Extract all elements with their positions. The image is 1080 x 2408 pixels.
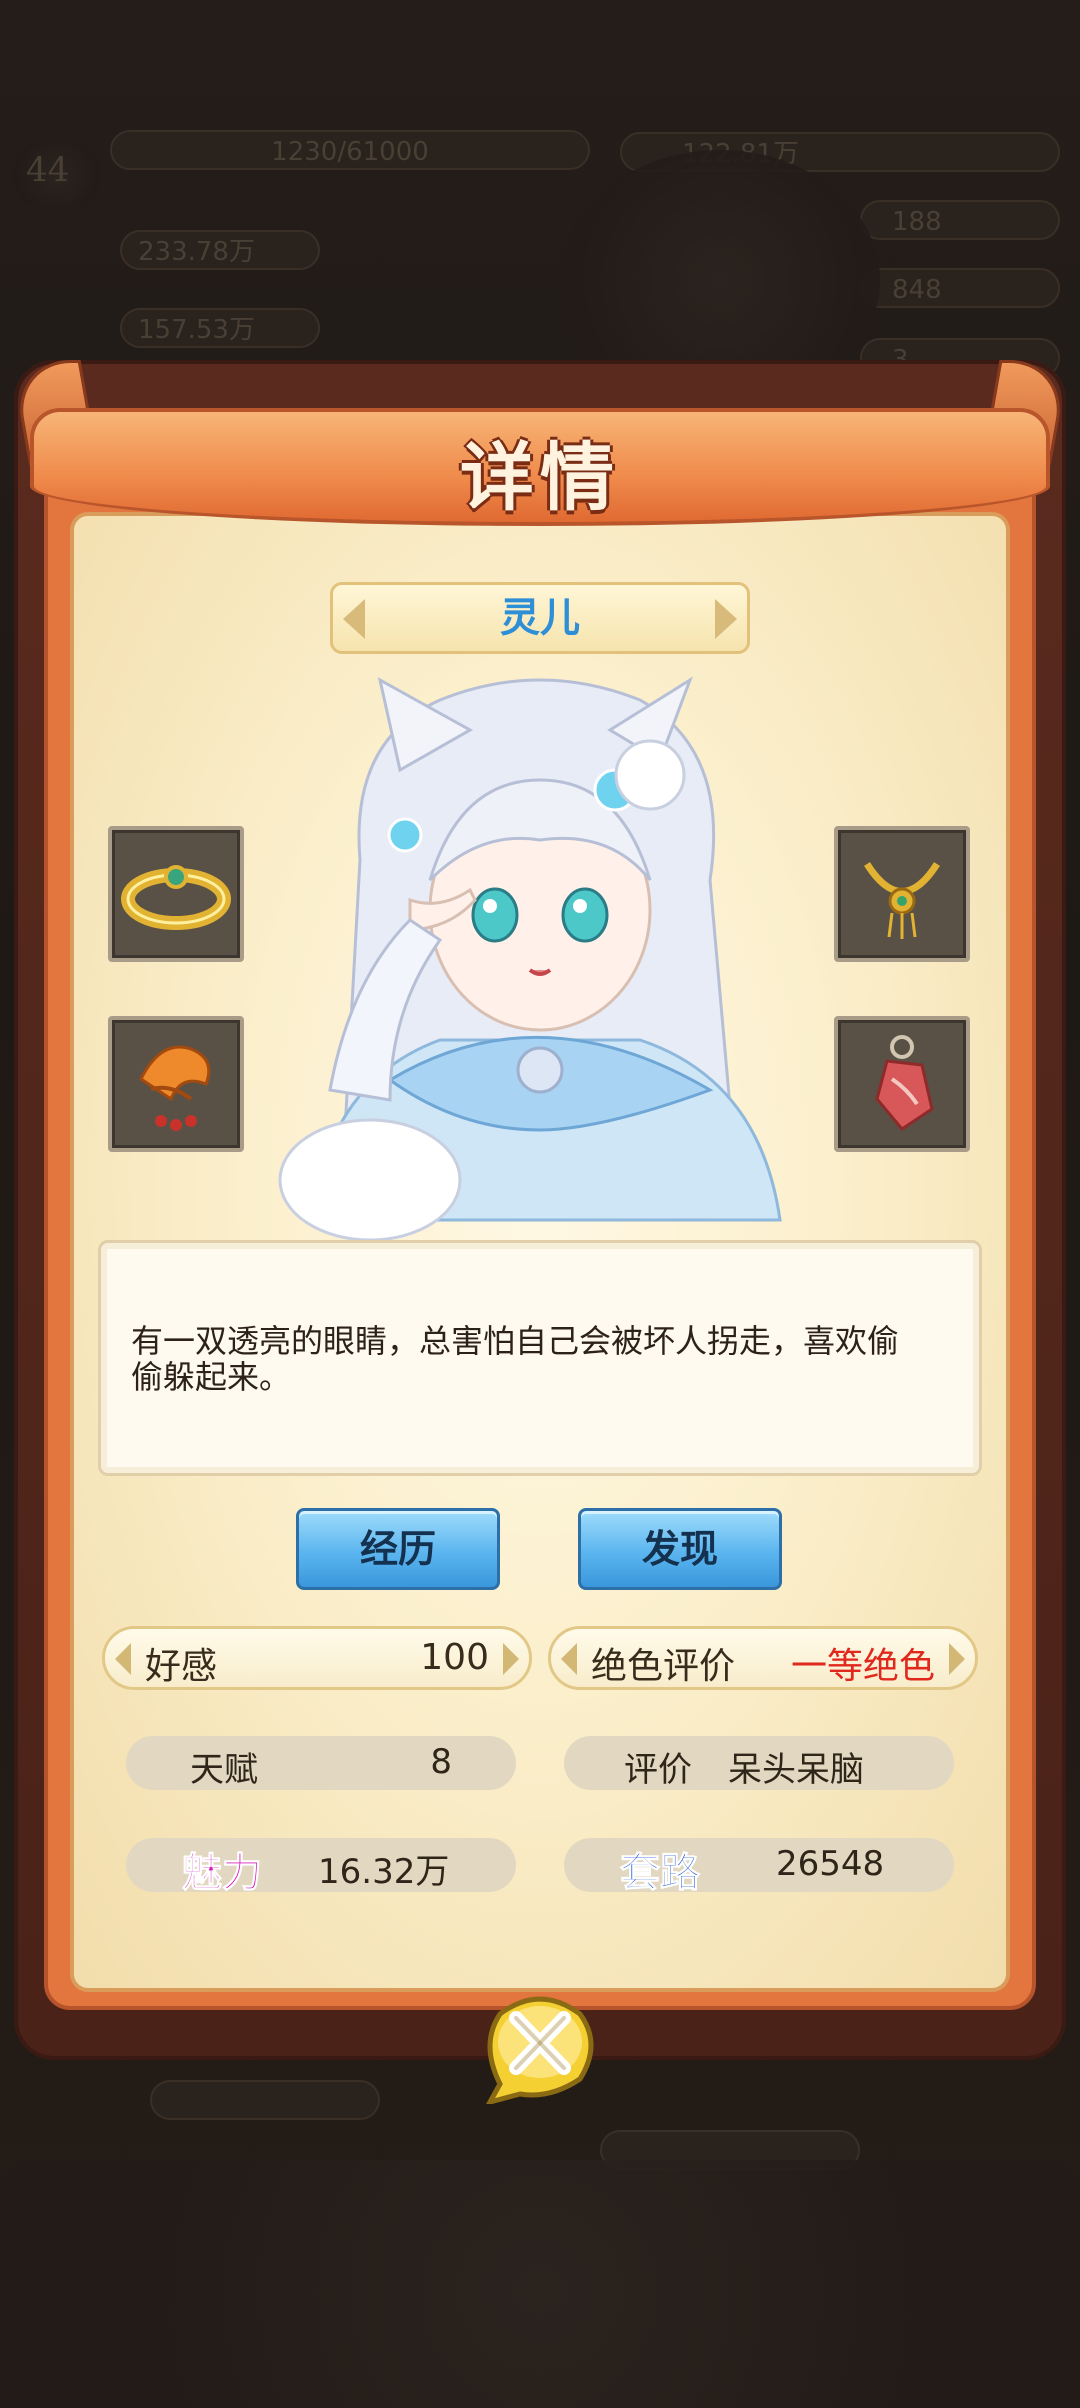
talent-pill: 天赋 8 <box>126 1736 516 1790</box>
background-value-1: 233.78万 <box>120 230 320 270</box>
rating-pill: 评价 呆头呆脑 <box>564 1736 954 1790</box>
close-button[interactable] <box>470 1984 610 2104</box>
favor-label: 好感 <box>145 1646 218 1687</box>
equipment-slot-bottom-right[interactable] <box>834 1016 970 1152</box>
chevron-right-icon <box>715 599 737 639</box>
beauty-rating-plate: 绝色评价 一等绝色 <box>548 1626 978 1690</box>
equipment-slot-top-right[interactable] <box>834 826 970 962</box>
trick-value: 26548 <box>776 1844 885 1884</box>
favor-value: 100 <box>420 1637 489 1678</box>
background-side-2: 848 <box>860 268 1060 308</box>
charm-label: 魅力 <box>182 1849 263 1897</box>
background-level: 44 <box>26 150 70 190</box>
character-portrait <box>278 676 782 1240</box>
rating-value: 呆头呆脑 <box>728 1750 864 1790</box>
modal-title: 详情 <box>460 435 620 521</box>
background-side-1: 188 <box>860 200 1060 240</box>
background-bottom-bar-1 <box>150 2080 380 2120</box>
favor-plate: 好感 100 <box>102 1626 532 1690</box>
equipment-slot-top-left[interactable] <box>108 826 244 962</box>
character-description: 有一双透亮的眼睛，总害怕自己会被坏人拐走，喜欢偷偷躲起来。 <box>131 1322 900 1396</box>
character-name-plate: 灵儿 <box>330 582 750 654</box>
chevron-left-icon <box>561 1643 577 1675</box>
chevron-right-icon <box>949 1643 965 1675</box>
red-pouch-icon <box>875 1035 934 1131</box>
history-button[interactable]: 经历 <box>296 1508 500 1590</box>
charm-pill: 魅力 16.32万 <box>126 1838 516 1897</box>
beauty-rating-label: 绝色评价 <box>591 1646 736 1687</box>
gold-necklace-icon <box>864 862 940 939</box>
trick-label: 套路 <box>620 1849 701 1897</box>
chevron-right-icon <box>503 1643 519 1675</box>
gold-bracelet-icon <box>121 865 231 930</box>
discover-button[interactable]: 发现 <box>578 1508 782 1590</box>
equipment-slot-bottom-left[interactable] <box>108 1016 244 1152</box>
background-value-2: 157.53万 <box>120 308 320 348</box>
beauty-rating-value: 一等绝色 <box>790 1646 935 1687</box>
chevron-left-icon <box>343 599 365 639</box>
charm-value: 16.32万 <box>318 1852 450 1892</box>
description-box: 有一双透亮的眼睛，总害怕自己会被坏人拐走，喜欢偷偷躲起来。 <box>98 1240 982 1476</box>
background-bottom-ornament <box>0 2160 1080 2408</box>
talent-label: 天赋 <box>190 1750 258 1790</box>
chevron-left-icon <box>115 1643 131 1675</box>
trick-pill: 套路 26548 <box>564 1838 954 1897</box>
phoenix-hairpin-icon <box>139 1045 211 1131</box>
screen: 44 1230/61000 233.78万 157.53万 122.81万 18… <box>0 0 1080 2408</box>
character-name: 灵儿 <box>500 595 580 641</box>
rating-label: 评价 <box>624 1750 692 1790</box>
background-progress-bar: 1230/61000 <box>110 130 590 170</box>
talent-value: 8 <box>430 1742 452 1782</box>
